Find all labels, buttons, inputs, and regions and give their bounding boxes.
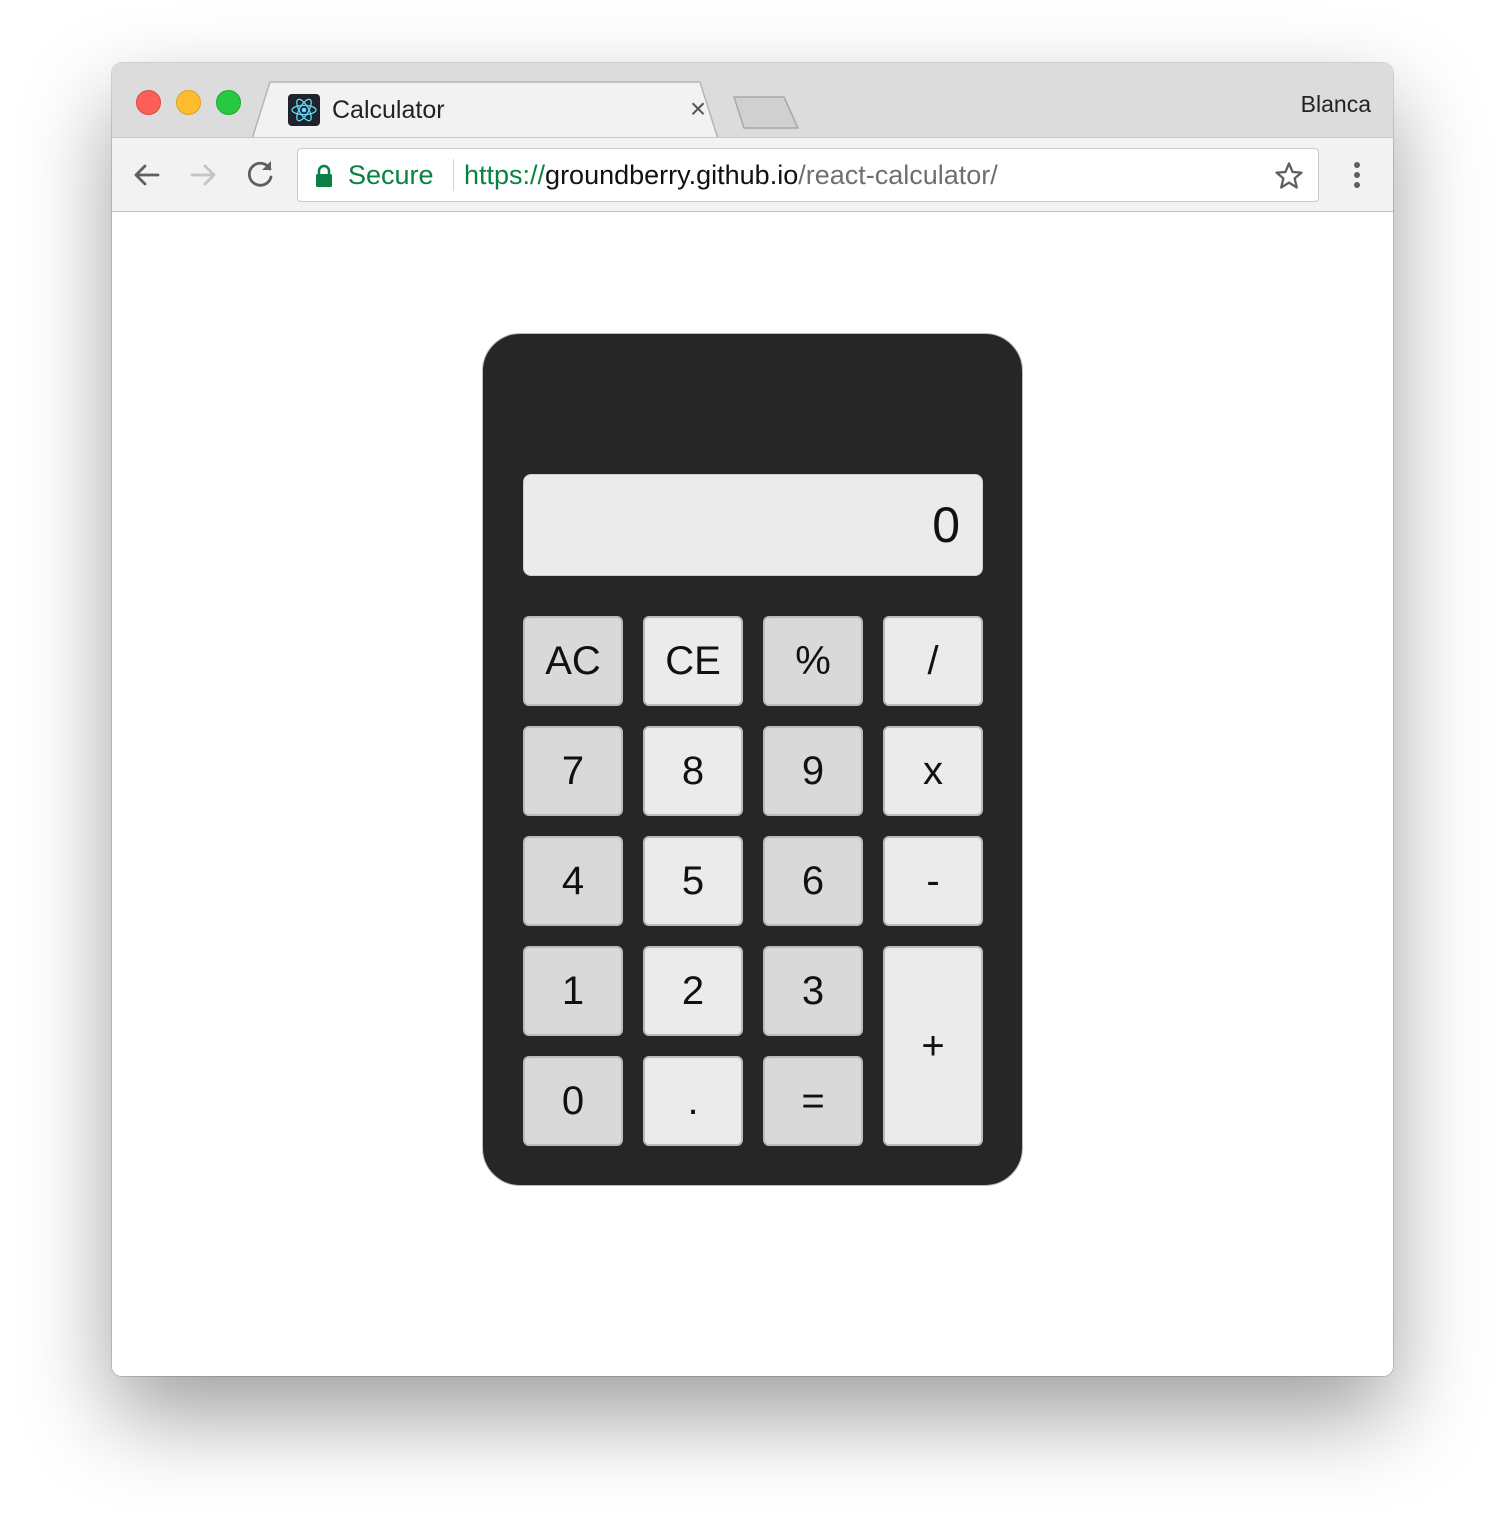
lock-icon bbox=[314, 164, 334, 193]
browser-window: Calculator × Blanca Secure https://groun… bbox=[112, 63, 1393, 1376]
page-content: 0 AC CE % / 7 8 9 x 4 5 6 - 1 2 3 + 0 . … bbox=[112, 212, 1393, 1376]
calculator-display: 0 bbox=[523, 474, 983, 576]
tab-close-icon[interactable]: × bbox=[684, 94, 712, 124]
key-3[interactable]: 3 bbox=[763, 946, 863, 1036]
browser-toolbar: Secure https://groundberry.github.io/rea… bbox=[112, 137, 1393, 212]
key-multiply[interactable]: x bbox=[883, 726, 983, 816]
key-4[interactable]: 4 bbox=[523, 836, 623, 926]
calculator: 0 AC CE % / 7 8 9 x 4 5 6 - 1 2 3 + 0 . … bbox=[482, 333, 1023, 1186]
key-2[interactable]: 2 bbox=[643, 946, 743, 1036]
key-add[interactable]: + bbox=[883, 946, 983, 1146]
key-0[interactable]: 0 bbox=[523, 1056, 623, 1146]
key-all-clear[interactable]: AC bbox=[523, 616, 623, 706]
close-window-button[interactable] bbox=[136, 90, 161, 115]
key-percent[interactable]: % bbox=[763, 616, 863, 706]
star-icon[interactable] bbox=[1274, 161, 1304, 196]
omnibox-divider bbox=[453, 159, 454, 191]
maximize-window-button[interactable] bbox=[216, 90, 241, 115]
key-subtract[interactable]: - bbox=[883, 836, 983, 926]
url-host: groundberry.github.io bbox=[545, 160, 799, 190]
tab-title: Calculator bbox=[332, 96, 445, 124]
new-tab-button[interactable] bbox=[732, 95, 802, 129]
active-tab[interactable] bbox=[252, 80, 742, 140]
key-7[interactable]: 7 bbox=[523, 726, 623, 816]
profile-name[interactable]: Blanca bbox=[1301, 87, 1371, 121]
key-9[interactable]: 9 bbox=[763, 726, 863, 816]
key-6[interactable]: 6 bbox=[763, 836, 863, 926]
arrow-left-icon[interactable] bbox=[130, 158, 164, 192]
minimize-window-button[interactable] bbox=[176, 90, 201, 115]
key-clear-entry[interactable]: CE bbox=[643, 616, 743, 706]
url-path: /react-calculator/ bbox=[798, 160, 998, 190]
more-vert-icon[interactable] bbox=[1342, 158, 1372, 192]
address-bar[interactable]: Secure https://groundberry.github.io/rea… bbox=[297, 148, 1319, 202]
secure-label: Secure bbox=[348, 160, 434, 190]
key-5[interactable]: 5 bbox=[643, 836, 743, 926]
key-divide[interactable]: / bbox=[883, 616, 983, 706]
url-text[interactable]: https://groundberry.github.io/react-calc… bbox=[464, 149, 998, 201]
key-8[interactable]: 8 bbox=[643, 726, 743, 816]
title-bar: Calculator × Blanca bbox=[112, 63, 1393, 140]
url-scheme: https:// bbox=[464, 160, 546, 190]
key-decimal[interactable]: . bbox=[643, 1056, 743, 1146]
key-equals[interactable]: = bbox=[763, 1056, 863, 1146]
react-icon bbox=[288, 94, 320, 126]
arrow-right-icon[interactable] bbox=[186, 158, 220, 192]
reload-icon[interactable] bbox=[243, 158, 277, 192]
key-1[interactable]: 1 bbox=[523, 946, 623, 1036]
